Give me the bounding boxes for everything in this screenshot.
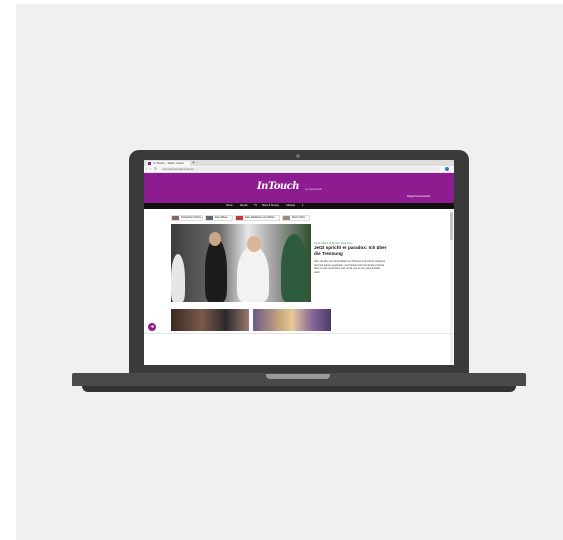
hero-figure — [205, 238, 227, 302]
page-content: Tschechien Hanne Zwei Mikes Kate Middlet… — [144, 209, 454, 365]
trend-label: Pietro Shiro — [292, 216, 306, 219]
laptop-base-edge — [82, 386, 516, 392]
trend-item[interactable]: Zwei Mikes — [205, 215, 233, 221]
back-icon[interactable]: ‹ — [146, 166, 147, 172]
reload-icon[interactable]: ↻ — [154, 166, 157, 172]
site-logo[interactable]: InTouch — [257, 181, 300, 193]
favicon-icon — [148, 161, 151, 165]
tab-title: In Touch – Stars, News — [153, 161, 184, 165]
forward-icon[interactable]: › — [150, 166, 151, 172]
page-scrollbar[interactable] — [450, 209, 453, 365]
laptop-notch — [266, 374, 330, 379]
teaser-image[interactable] — [253, 309, 331, 331]
hero-image[interactable] — [171, 224, 311, 302]
profile-avatar[interactable] — [445, 167, 449, 171]
hero-figure — [171, 254, 185, 302]
hero-face — [247, 236, 261, 252]
laptop-screen: In Touch – Stars, News + ‹ › ↻ intouch.w… — [144, 160, 454, 365]
trend-item[interactable]: Kate Middleton und Wiliam — [235, 215, 280, 221]
teaser-image[interactable] — [171, 309, 249, 331]
trend-thumbnail — [236, 216, 243, 220]
trend-label: Zwei Mikes — [215, 216, 228, 219]
site-header: InTouch by wunderweib Magazine Newslette… — [144, 173, 454, 203]
article-teaser: Über die Ehe von Fürst Albert von Monaco… — [314, 260, 386, 274]
trend-item[interactable]: Tschechien Hanne — [171, 215, 203, 221]
logo-tagline: by wunderweib — [305, 188, 322, 191]
scroll-button[interactable]: ◂ — [148, 323, 156, 331]
browser-toolbar: ‹ › ↻ intouch.wunderweib.de — [144, 166, 454, 173]
hero-face — [209, 232, 221, 246]
address-bar[interactable]: intouch.wunderweib.de — [160, 167, 440, 171]
webcam-icon — [296, 154, 300, 158]
header-links[interactable]: Magazine Newsletter — [407, 195, 430, 198]
trend-label: Kate Middleton und Wiliam — [245, 216, 275, 219]
hero-figure — [281, 234, 307, 302]
divider — [144, 333, 454, 334]
trend-thumbnail — [172, 216, 179, 220]
trend-label: Tschechien Hanne — [181, 216, 202, 219]
hero-figure — [237, 246, 269, 302]
trend-thumbnail — [206, 216, 213, 220]
scrollbar-thumb[interactable] — [450, 212, 453, 240]
trend-thumbnail — [283, 216, 290, 220]
article-headline[interactable]: Jetzt spricht er paradox: Ich über die T… — [314, 245, 394, 257]
trend-item[interactable]: Pietro Shiro — [282, 215, 310, 221]
